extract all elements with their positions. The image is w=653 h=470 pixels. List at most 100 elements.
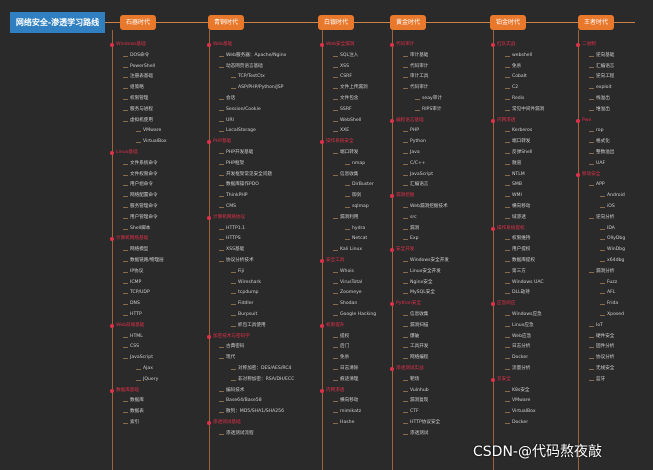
topic-item[interactable]: Fuzz [599, 280, 617, 286]
topic-item[interactable]: 爆破 [402, 334, 419, 340]
topic-item[interactable]: 服务与进程 [123, 107, 153, 113]
topic-item[interactable]: DOS命令 [122, 53, 149, 59]
topic-item[interactable]: Xposed [599, 312, 624, 318]
topic-heading[interactable]: 操作系统安全 [320, 139, 354, 145]
topic-item[interactable]: 横向移动 [332, 398, 358, 404]
topic-item[interactable]: mimikatz [332, 409, 361, 415]
topic-heading[interactable]: 计算机网络基础 [109, 236, 148, 242]
topic-item[interactable]: ThinkPHP [219, 193, 248, 199]
topic-item[interactable]: 动态网页语言基础 [219, 64, 263, 70]
topic-heading[interactable]: 计算机网络协议 [206, 215, 245, 221]
topic-item[interactable]: 编码技术 [218, 388, 244, 394]
topic-item[interactable]: Fiji [230, 269, 244, 275]
topic-item[interactable]: Web漏洞挖掘技术 [403, 204, 448, 210]
topic-item[interactable]: WinDbg [600, 247, 625, 253]
topic-item[interactable]: JavaScript [402, 172, 433, 178]
topic-item[interactable]: Kali Linux [332, 247, 362, 253]
topic-item[interactable]: 工具开发 [402, 344, 428, 350]
topic-heading[interactable]: PHP基础 [206, 139, 231, 145]
topic-item[interactable]: Cobalt [505, 74, 527, 80]
topic-item[interactable]: TCP/TestCtx [231, 74, 265, 80]
topic-item[interactable]: 端口转发 [504, 139, 530, 145]
topic-item[interactable]: RIPS审计 [414, 107, 441, 113]
topic-item[interactable]: 格式化 [589, 139, 610, 145]
topic-item[interactable]: webshell [504, 53, 532, 59]
topic-item[interactable]: 非对称加密：RSA/DH/ECC [230, 377, 294, 383]
topic-item[interactable]: Fiddler [230, 301, 253, 307]
topic-heading[interactable]: 内网渗透 [319, 388, 344, 394]
topic-item[interactable]: 网络模型 [122, 247, 148, 253]
topic-heading[interactable]: 渗透测试基础 [207, 420, 241, 426]
topic-heading[interactable]: 应急响应 [490, 301, 515, 307]
topic-item[interactable]: SMB [504, 182, 522, 188]
topic-item[interactable]: 用户组命令 [123, 182, 153, 188]
topic-item[interactable]: HTTP协议安全 [402, 420, 440, 426]
topic-item[interactable]: HTTPS [219, 236, 241, 242]
topic-item[interactable]: 免杀 [504, 64, 521, 70]
topic-item[interactable]: K8s安全 [505, 388, 530, 394]
topic-item[interactable]: VirtualBox [136, 139, 167, 145]
topic-item[interactable]: 数据库操作PDO [219, 182, 259, 188]
topic-item[interactable]: SSRF [333, 107, 352, 113]
topic-item[interactable]: 数据表 [123, 409, 144, 415]
topic-heading[interactable]: 数据库基础 [110, 388, 139, 394]
topic-item[interactable]: 文件包含 [332, 96, 358, 102]
topic-heading[interactable]: Web前端基础 [109, 323, 144, 329]
topic-item[interactable]: NTLM [505, 172, 525, 178]
topic-heading[interactable]: 红队实战 [490, 42, 515, 48]
topic-item[interactable]: Base64/Base58 [219, 398, 262, 404]
topic-item[interactable]: Burpsuit [230, 312, 257, 318]
topic-item[interactable]: Windows安全开发 [403, 258, 449, 264]
topic-item[interactable]: PowerShell [122, 64, 155, 70]
topic-heading[interactable]: Python安全 [389, 301, 421, 307]
topic-item[interactable]: 会话 [218, 96, 235, 102]
topic-item[interactable]: 御剑 [344, 193, 361, 199]
topic-heading[interactable]: Linux基础 [110, 150, 138, 156]
topic-item[interactable]: tcpdump [230, 290, 258, 296]
topic-item[interactable]: C/C++ [403, 161, 426, 167]
topic-item[interactable]: 栈溢出 [589, 96, 610, 102]
topic-item[interactable]: AFL [599, 290, 615, 296]
topic-item[interactable]: CTF [403, 409, 419, 415]
topic-item[interactable]: 审计工具 [402, 74, 428, 80]
topic-item[interactable]: IDA [600, 226, 615, 232]
topic-item[interactable]: exploit [589, 85, 612, 91]
topic-item[interactable]: 漏洞复现 [402, 398, 428, 404]
topic-item[interactable]: 文件系统命令 [123, 161, 158, 167]
topic-item[interactable]: rop [589, 128, 604, 134]
topic-item[interactable]: 靶场 [402, 377, 419, 383]
topic-heading[interactable]: 漏洞挖掘 [389, 193, 414, 199]
topic-item[interactable]: 审计基础 [402, 53, 428, 59]
topic-item[interactable]: C2 [504, 85, 518, 91]
topic-item[interactable]: 漏洞 [402, 226, 419, 232]
era-node[interactable]: 石器时代 [120, 15, 156, 30]
topic-heading[interactable]: 内网渗透 [490, 118, 515, 124]
topic-item[interactable]: 权限维持 [504, 236, 530, 242]
topic-item[interactable]: Google Hacking [332, 312, 376, 318]
topic-item[interactable]: 横向移动 [504, 204, 530, 210]
topic-item[interactable]: OllyDbg [599, 236, 625, 242]
topic-item[interactable]: 网络配置命令 [123, 193, 158, 199]
topic-item[interactable]: APP [589, 182, 605, 188]
topic-item[interactable]: 逆向基础 [588, 53, 614, 59]
topic-item[interactable]: Windows应急 [505, 312, 542, 318]
topic-item[interactable]: 流量分析 [504, 366, 530, 372]
topic-item[interactable]: 日志分析 [504, 344, 530, 350]
topic-item[interactable]: 逆向分析 [588, 215, 614, 221]
topic-item[interactable]: 数据链路/物理层 [123, 258, 164, 264]
topic-item[interactable]: PHP开发基础 [218, 150, 253, 156]
topic-item[interactable]: Kerberos [504, 128, 532, 134]
topic-item[interactable]: seay审计 [415, 96, 442, 102]
topic-item[interactable]: 痕迹清理 [332, 377, 358, 383]
topic-item[interactable]: CSRF [333, 74, 352, 80]
topic-heading[interactable]: 加密技术与密码学 [207, 334, 250, 340]
topic-item[interactable]: HTTP [123, 312, 142, 318]
topic-item[interactable]: Docker [504, 420, 528, 426]
topic-item[interactable]: Hashe [332, 420, 354, 426]
topic-item[interactable]: 隧道 [504, 161, 521, 167]
topic-item[interactable]: ICMP [122, 280, 141, 286]
topic-item[interactable]: nmap [344, 161, 365, 167]
topic-item[interactable]: JavaScript [122, 355, 153, 361]
topic-item[interactable]: 组策略 [123, 85, 144, 91]
topic-heading[interactable]: 安全工具 [319, 258, 344, 264]
